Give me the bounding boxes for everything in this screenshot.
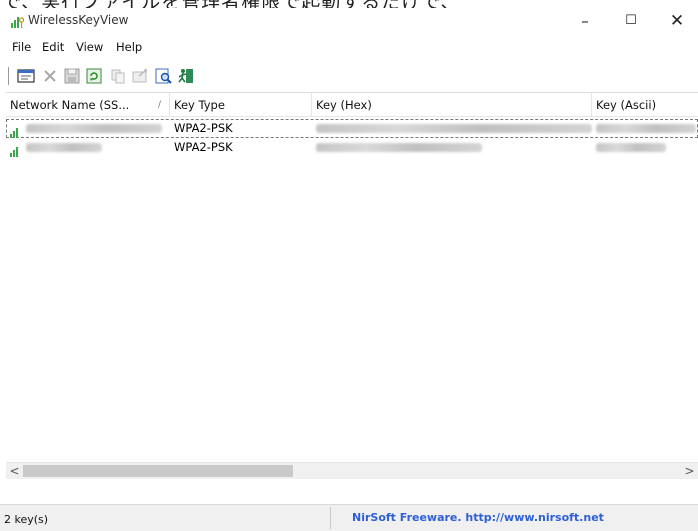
menu-help[interactable]: Help [116,40,142,54]
delete-icon[interactable] [40,66,60,86]
redacted-key-ascii [596,143,666,152]
redacted-key-hex [316,124,592,133]
scroll-left-arrow[interactable]: < [6,463,23,480]
refresh-icon[interactable] [84,66,104,86]
column-key-ascii[interactable]: Key (Ascii) [592,93,698,117]
menu-view[interactable]: View [76,40,103,54]
key-count-status: 2 key(s) [4,513,49,526]
toolbar-grip [8,67,10,85]
close-button[interactable]: ✕ [654,8,698,36]
menu-edit[interactable]: Edit [42,40,64,54]
redacted-network-name [26,143,102,152]
column-network-name-label: Network Name (SS... [10,98,130,112]
column-key-type[interactable]: Key Type [170,93,312,117]
nirsoft-link[interactable]: NirSoft Freeware. http://www.nirsoft.net [352,511,604,524]
key-type-cell: WPA2-PSK [174,121,233,135]
redacted-network-name [26,124,162,133]
maximize-button[interactable]: ☐ [608,8,654,36]
list-header: Network Name (SS... / Key Type Key (Hex)… [6,93,698,117]
keys-list-view[interactable]: Network Name (SS... / Key Type Key (Hex)… [6,92,698,462]
redacted-key-hex [316,143,482,152]
save-icon[interactable] [62,66,82,86]
key-type-cell: WPA2-PSK [174,140,233,154]
caption-text: で、実行ファイルを管理者権限で起動するだけで、 [2,0,460,8]
export-icon[interactable] [130,66,150,86]
properties-icon[interactable] [16,66,36,86]
table-row[interactable]: WPA2-PSK [6,119,698,138]
copy-icon[interactable] [108,66,128,86]
column-network-name[interactable]: Network Name (SS... / [6,93,170,117]
cropped-caption: で、実行ファイルを管理者権限で起動するだけで、 [0,0,698,8]
toolbar [0,58,698,92]
network-icon [10,123,24,138]
sort-indicator: / [157,100,161,110]
minimize-button[interactable]: – [562,8,608,36]
scroll-thumb[interactable] [23,465,293,477]
scroll-right-arrow[interactable]: > [681,463,698,480]
column-key-hex[interactable]: Key (Hex) [312,93,592,117]
network-icon [10,142,24,157]
status-bar: 2 key(s) NirSoft Freeware. http://www.ni… [0,504,698,531]
exit-icon[interactable] [176,66,196,86]
menu-bar: File Edit View Help [0,36,698,58]
window-title: WirelessKeyView [28,13,129,27]
title-bar[interactable]: WirelessKeyView – ☐ ✕ [0,8,698,36]
menu-file[interactable]: File [12,40,31,54]
wireless-key-app-icon [10,14,25,28]
table-row[interactable]: WPA2-PSK [6,138,698,157]
find-icon[interactable] [154,66,174,86]
status-divider [330,507,331,529]
redacted-key-ascii [596,124,696,133]
horizontal-scrollbar[interactable]: < > [6,462,698,479]
